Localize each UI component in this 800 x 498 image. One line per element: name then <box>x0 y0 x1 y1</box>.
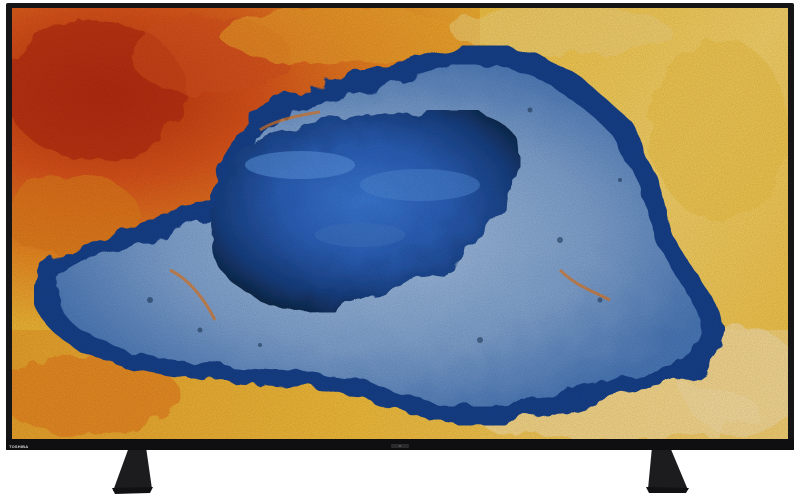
tv-stands <box>112 447 689 494</box>
screen <box>12 8 788 439</box>
left-stand <box>113 447 152 491</box>
tv-drawing <box>6 3 794 494</box>
left-stand-foot <box>112 487 153 494</box>
status-led-icon <box>399 445 401 447</box>
brand-logo: TOSHIBA <box>9 444 29 449</box>
right-stand <box>648 447 688 490</box>
right-stand-foot <box>646 487 689 493</box>
tv-product-image: TOSHIBA <box>0 0 800 498</box>
